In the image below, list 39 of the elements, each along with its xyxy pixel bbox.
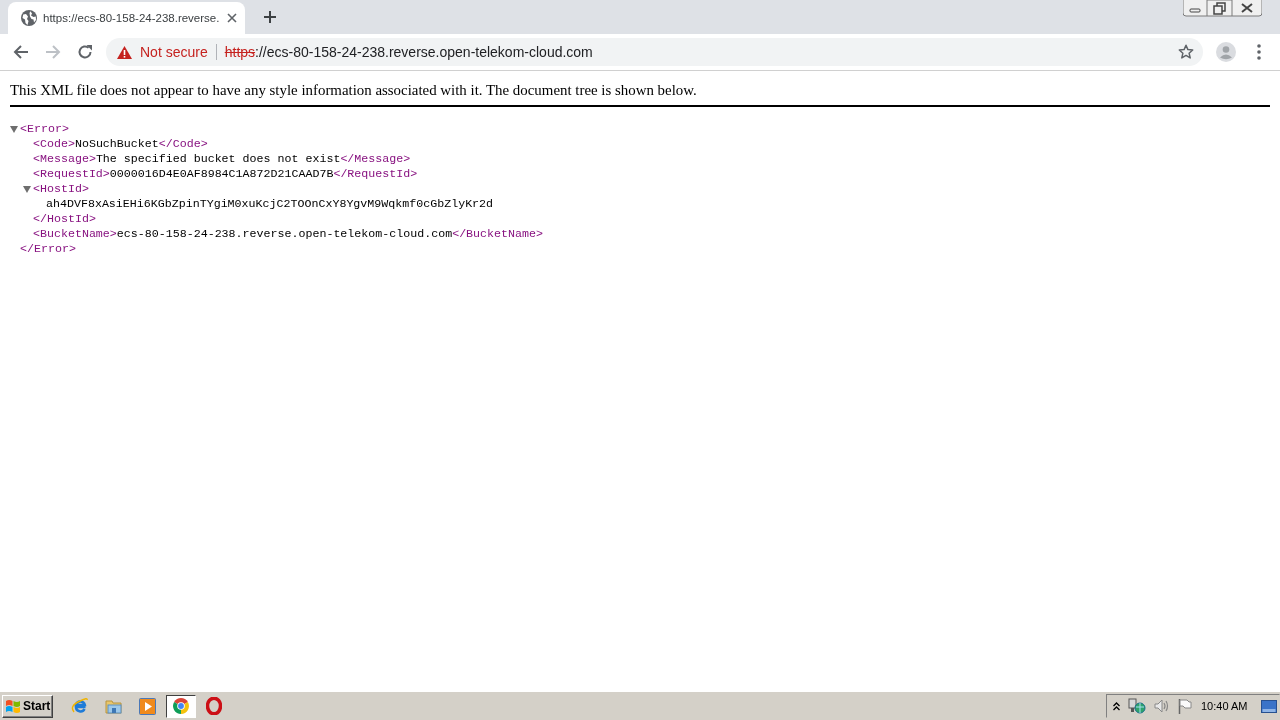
chevron-up-icon[interactable] — [1113, 701, 1120, 711]
address-bar[interactable]: Not secure https://ecs-80-158-24-238.reverse.open-telekom-cloud.com — [106, 38, 1203, 66]
xml-open-tag: <HostId> — [33, 181, 89, 196]
letter-e-icon[interactable] — [71, 697, 89, 715]
flag-icon[interactable] — [1178, 698, 1192, 714]
xml-close-tag: </Error> — [20, 241, 76, 256]
xml-notice: This XML file does not appear to have any style information associated with it. The document tree is shown below. — [10, 82, 697, 98]
xml-close-tag: </HostId> — [33, 211, 96, 226]
play-icon[interactable] — [138, 697, 156, 715]
network-icon[interactable] — [1128, 698, 1146, 714]
browser-tab[interactable]: https://ecs-80-158-24-238.reverse. — [8, 2, 245, 34]
speaker-icon[interactable] — [1154, 699, 1170, 713]
triangle-icon[interactable] — [23, 184, 31, 193]
close-icon[interactable] — [227, 13, 237, 23]
taskbar-button[interactable] — [165, 694, 196, 718]
star-icon[interactable] — [1178, 44, 1194, 60]
folder-icon[interactable] — [104, 697, 123, 715]
plus-icon[interactable] — [264, 11, 276, 23]
desktop-icon[interactable] — [1261, 699, 1277, 713]
xml-text: ah4DVF8xAsiEHi6KGbZpinTYgiM0xuKcjC2TOOnCxY8YgvM9Wqkmf0cGbZlyKr2d — [46, 196, 494, 211]
window-flag-icon — [5, 698, 21, 714]
security-indicator[interactable]: Not secure — [140, 44, 208, 60]
start-button[interactable]: Start — [2, 694, 53, 718]
clock[interactable]: 10:40 AM — [1201, 700, 1248, 712]
back-icon[interactable] — [13, 44, 29, 60]
url-text[interactable]: https://ecs-80-158-24-238.reverse.open-telekom-cloud.com — [224, 44, 1178, 60]
xml-element-line: <Code>NoSuchBucket</Code> — [33, 136, 208, 151]
close-icon[interactable] — [1232, 0, 1262, 17]
xml-open-tag: <Error> — [20, 121, 69, 136]
restore-icon[interactable] — [1207, 0, 1232, 17]
triangle-icon[interactable] — [10, 124, 18, 133]
xml-element-line: <BucketName>ecs-80-158-24-238.reverse.open-telekom-cloud.com</BucketName> — [33, 226, 543, 241]
ring-icon[interactable] — [172, 698, 189, 714]
reload-icon[interactable] — [77, 44, 93, 60]
xml-element-line: <Message>The specified bucket does not exist</Message> — [33, 151, 411, 166]
warning-icon[interactable] — [117, 45, 132, 59]
menu-icon[interactable] — [1257, 44, 1261, 60]
xml-element-line: <RequestId>0000016D4E0AF8984C1A872D21CAAD7B</RequestId> — [33, 166, 418, 181]
globe-icon — [21, 10, 37, 26]
